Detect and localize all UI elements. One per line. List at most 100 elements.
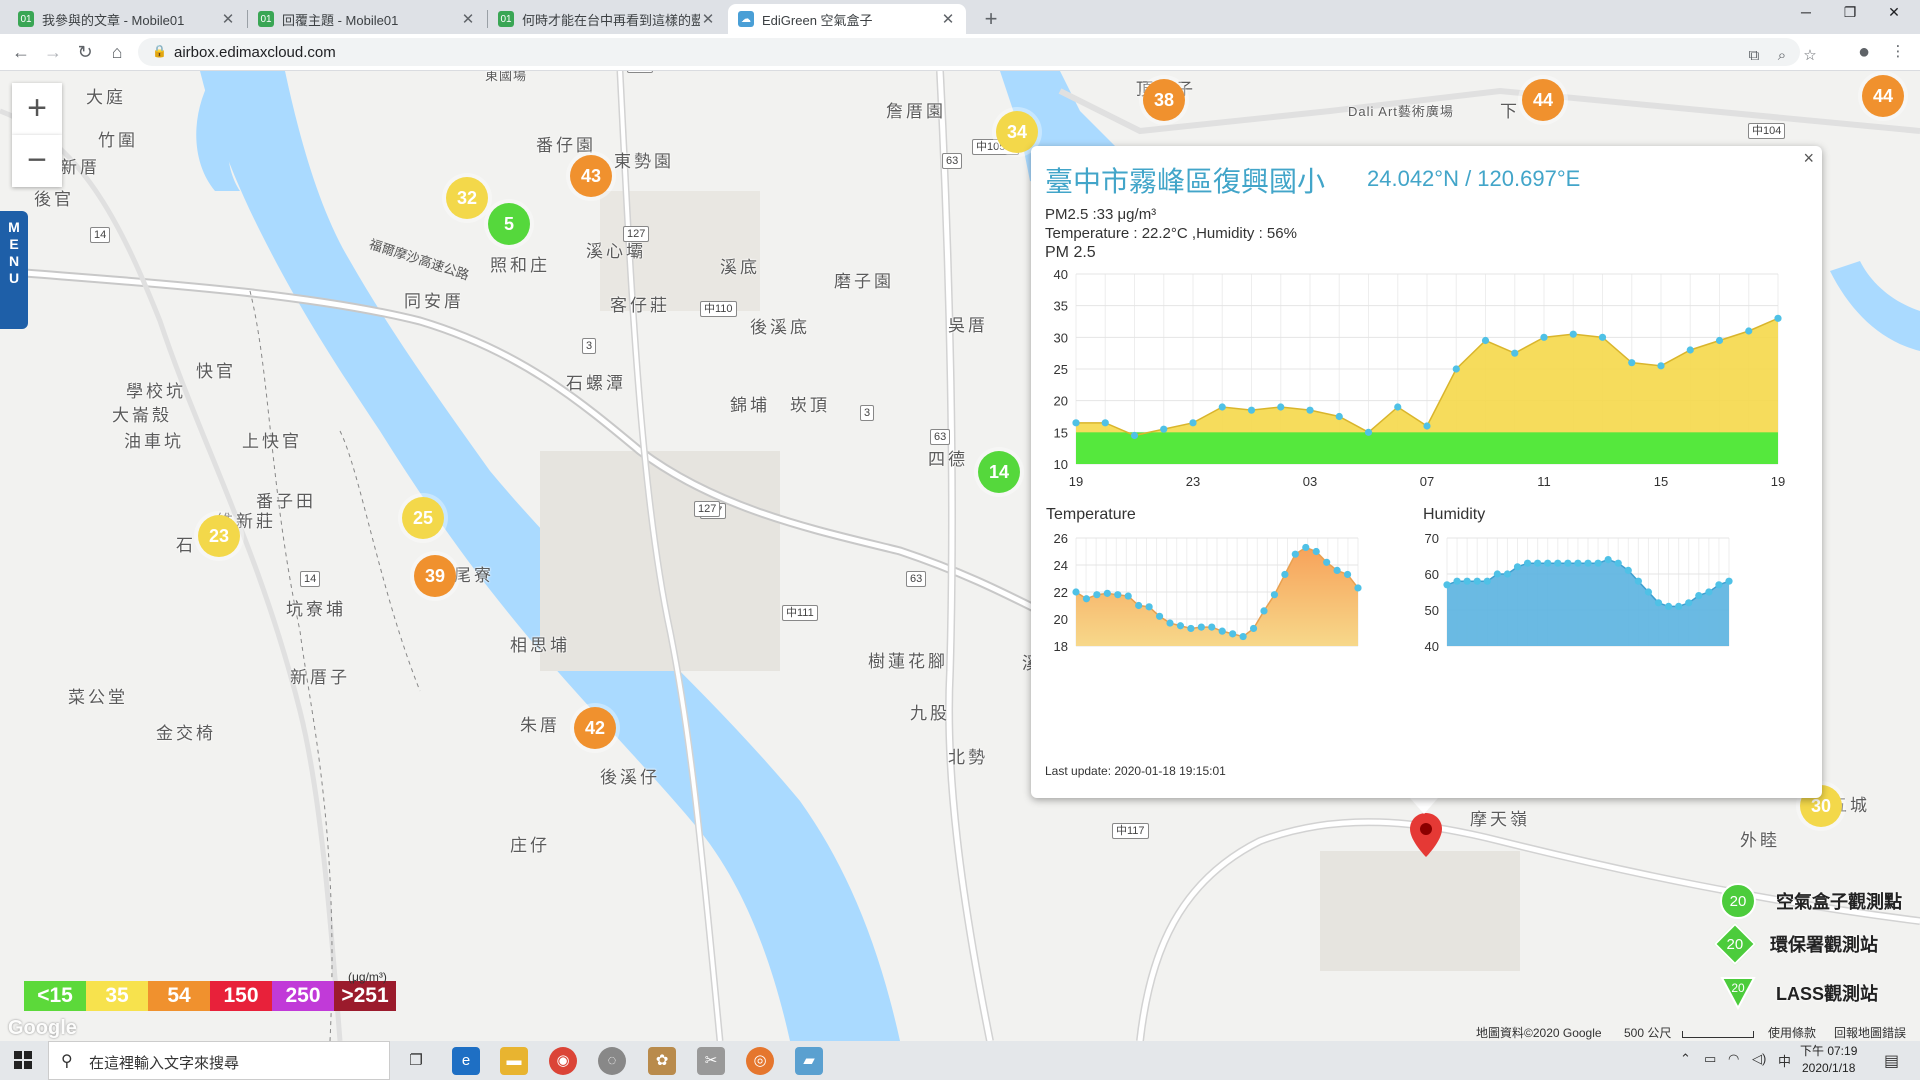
search-icon: ⚲: [61, 1053, 73, 1070]
x-tick-label: 15: [1654, 474, 1668, 489]
zoom-icon[interactable]: ⌕: [1770, 43, 1794, 69]
legend-airbox: 20 空氣盒子觀測點: [1720, 883, 1902, 919]
map-canvas[interactable]: 大庭 竹圍 新厝 後官 番仔園 東勢園 照和庄 溪心壩 客仔莊 溪底 同安厝 詹厝園 磨子園 後溪底 吳厝石…: [0, 71, 1920, 1041]
place-label: 溪底: [720, 258, 760, 277]
google-logo: Google: [8, 1017, 77, 1039]
y-tick-label: 35: [1054, 299, 1068, 314]
task-view-icon[interactable]: ❐: [402, 1047, 430, 1075]
place-label: 同安厝: [404, 292, 464, 311]
data-point: [1176, 622, 1185, 630]
airbox-station-marker[interactable]: 44: [1862, 75, 1904, 117]
chrome-menu-icon[interactable]: ⋮: [1886, 39, 1910, 65]
menu-letter: E: [9, 236, 19, 252]
url-text[interactable]: airbox.edimaxcloud.com: [174, 44, 336, 61]
popup-close-button[interactable]: ×: [1803, 148, 1814, 169]
file-explorer-icon[interactable]: ▬: [500, 1047, 528, 1075]
home-icon[interactable]: ⌂: [104, 39, 130, 65]
report-error-link[interactable]: 回報地圖錯誤: [1834, 1024, 1906, 1041]
taskbar-search-placeholder: 在這裡輸入文字來搜尋: [89, 1055, 240, 1072]
restore-window-button[interactable]: ❐: [1830, 4, 1870, 24]
airbox-circle-icon: 20: [1720, 883, 1756, 919]
data-point: [1564, 559, 1572, 567]
app-icon[interactable]: ✂: [697, 1047, 725, 1075]
popup-tail: [1410, 798, 1438, 814]
zoom-in-button[interactable]: +: [12, 83, 62, 135]
profile-avatar-icon[interactable]: ●: [1852, 39, 1876, 65]
road-number-shield: 127: [627, 71, 654, 73]
airbox-station-marker[interactable]: 14: [978, 451, 1020, 493]
data-point: [1270, 591, 1279, 599]
tab-close-icon[interactable]: ✕: [220, 10, 236, 28]
zoom-out-button[interactable]: −: [12, 135, 62, 187]
notification-icon[interactable]: ▤: [1884, 1051, 1899, 1071]
app-icon[interactable]: ✿: [648, 1047, 676, 1075]
svg-text:20: 20: [1731, 981, 1745, 995]
reload-icon[interactable]: ↻: [72, 39, 98, 65]
place-label: 錦埔: [730, 396, 770, 415]
terms-link[interactable]: 使用條款: [1768, 1024, 1816, 1041]
bookmark-star-icon[interactable]: ☆: [1798, 43, 1822, 69]
airbox-station-marker[interactable]: 5: [488, 203, 530, 245]
tab-close-icon[interactable]: ✕: [700, 10, 716, 28]
y-tick-label: 10: [1054, 457, 1068, 472]
taskbar-search-box[interactable]: ⚲ 在這裡輸入文字來搜尋: [48, 1041, 390, 1080]
menu-tab-button[interactable]: MENU: [0, 211, 28, 329]
minimize-window-button[interactable]: ─: [1786, 4, 1826, 24]
data-point: [1715, 336, 1724, 345]
station-name: 臺中市霧峰區復興國小: [1045, 166, 1326, 197]
airbox-station-marker[interactable]: 25: [402, 497, 444, 539]
system-clock[interactable]: 下午 07:19 2020/1/18: [1800, 1043, 1857, 1077]
network-icon[interactable]: ◠: [1728, 1051, 1739, 1067]
app-icon[interactable]: ▰: [795, 1047, 823, 1075]
map-scale-label: 500 公尺: [1624, 1026, 1672, 1040]
data-point: [1569, 330, 1577, 338]
selected-location-pin-icon[interactable]: [1410, 813, 1442, 857]
back-arrow-icon[interactable]: ←: [8, 39, 34, 65]
app-icon[interactable]: ◌: [598, 1047, 626, 1075]
new-tab-button[interactable]: +: [978, 6, 1004, 32]
tab-edigreen[interactable]: ☁ EdiGreen 空氣盒子 ✕: [728, 4, 966, 34]
data-point: [1624, 566, 1632, 574]
menu-letter: U: [8, 270, 20, 286]
tab-close-icon[interactable]: ✕: [460, 10, 476, 28]
airbox-station-marker[interactable]: 38: [1143, 79, 1185, 121]
chrome-browser-icon[interactable]: ◉: [549, 1047, 577, 1075]
tab-close-icon[interactable]: ✕: [940, 10, 956, 28]
airbox-station-marker[interactable]: 44: [1522, 79, 1564, 121]
airbox-station-marker[interactable]: 32: [446, 177, 488, 219]
close-window-button[interactable]: ✕: [1874, 4, 1914, 24]
data-point: [1135, 601, 1143, 610]
airbox-station-marker[interactable]: 34: [996, 111, 1038, 153]
ime-indicator[interactable]: 中: [1778, 1051, 1791, 1070]
y-tick-label: 26: [1054, 531, 1068, 546]
place-label: 後溪仔: [600, 768, 660, 787]
edge-browser-icon[interactable]: e: [452, 1047, 480, 1075]
translate-icon[interactable]: ⧉: [1742, 43, 1766, 69]
tab-mobile01-bluesky[interactable]: 01 何時才能在台中再看到這樣的藍天 ✕: [488, 4, 726, 34]
data-point: [1423, 422, 1431, 430]
volume-icon[interactable]: ◁): [1752, 1051, 1766, 1067]
airbox-station-marker[interactable]: 42: [574, 707, 616, 749]
data-point: [1239, 632, 1247, 641]
data-point: [1523, 559, 1532, 567]
windows-start-icon[interactable]: [14, 1051, 32, 1069]
data-point: [1511, 349, 1519, 357]
data-point: [1481, 336, 1490, 345]
tray-expand-icon[interactable]: ⌃: [1680, 1051, 1691, 1067]
data-point: [1323, 558, 1331, 566]
airbox-station-marker[interactable]: 39: [414, 555, 456, 597]
x-tick-label: 19: [1771, 474, 1785, 489]
airbox-station-marker[interactable]: 43: [570, 155, 612, 197]
y-tick-label: 40: [1425, 639, 1439, 654]
app-icon[interactable]: ◎: [746, 1047, 774, 1075]
tab-mobile01-articles[interactable]: 01 我參與的文章 - Mobile01 ✕: [8, 4, 246, 34]
battery-icon[interactable]: ▭: [1704, 1051, 1716, 1067]
x-tick-label: 03: [1303, 474, 1317, 489]
address-bar[interactable]: 🔒 airbox.edimaxcloud.com ⧉ ⌕ ☆: [138, 38, 1817, 69]
place-label: 摩天嶺: [1470, 810, 1530, 829]
tab-mobile01-reply[interactable]: 01 回覆主題 - Mobile01 ✕: [248, 4, 486, 34]
airbox-station-marker[interactable]: 23: [198, 515, 240, 557]
forward-arrow-icon[interactable]: →: [40, 39, 66, 65]
place-label: 金交椅: [156, 724, 216, 743]
data-point: [1130, 431, 1139, 440]
